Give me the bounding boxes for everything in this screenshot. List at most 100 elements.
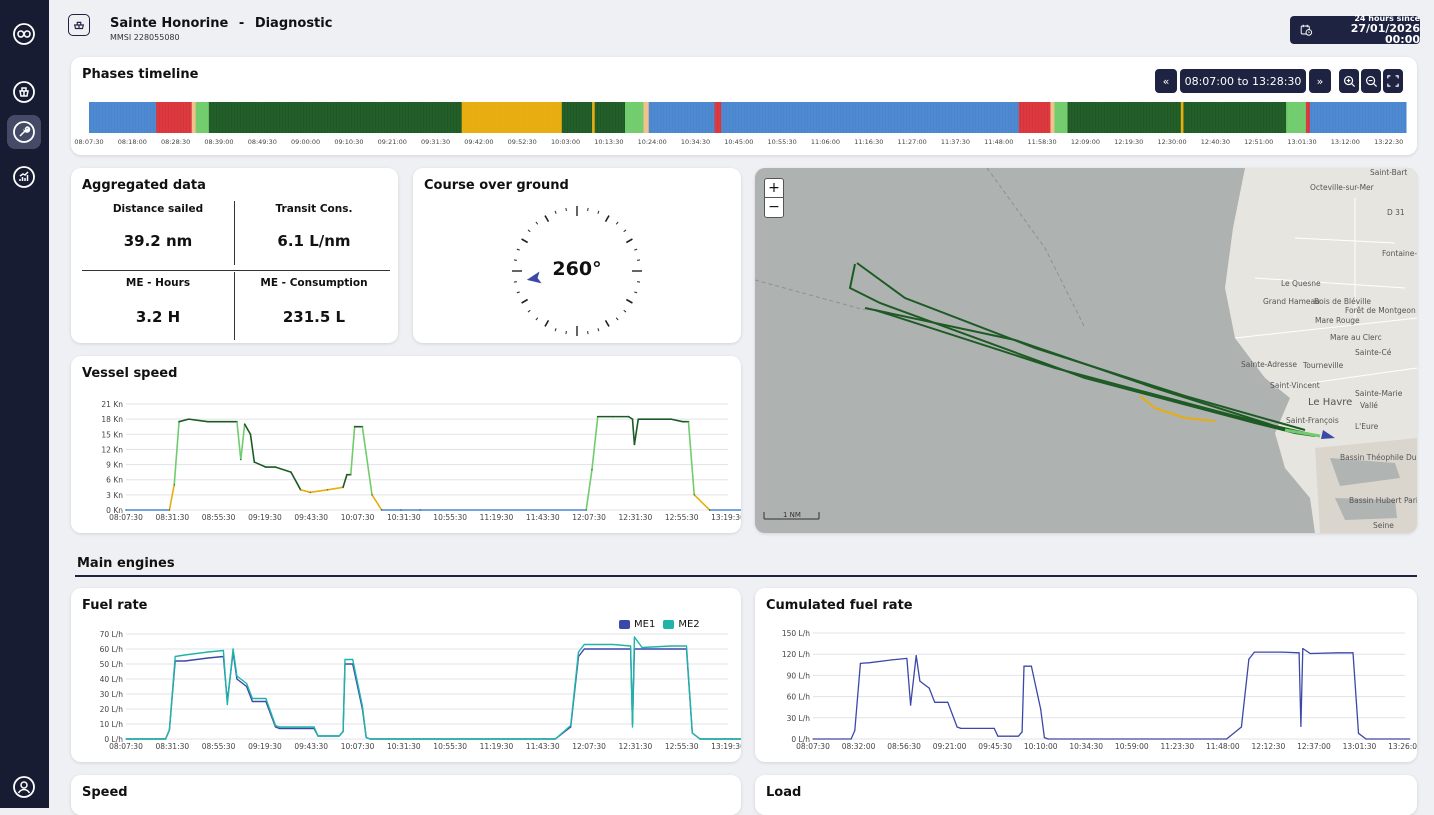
x-tick-label: 08:31:30 [155,742,189,751]
data-point [1021,731,1023,733]
divider [234,272,235,340]
data-point [236,421,238,423]
fullscreen-icon[interactable] [1383,69,1403,93]
timeline-tick-label: 10:55:30 [768,138,797,146]
analytics-icon[interactable] [7,160,41,194]
phases-bar[interactable]: 08:07:30 08:18:00 08:28:30 08:39:00 08:49:30… [71,99,1417,155]
data-point [251,697,253,700]
zoom-in-icon[interactable] [1339,69,1359,93]
data-point [1023,665,1025,667]
data-point [1047,738,1049,740]
speed-segment [240,423,246,461]
compass-tick [636,281,641,283]
section-divider [75,575,1417,577]
zoom-out-icon[interactable] [1361,69,1381,93]
map-zoom-in-button[interactable]: + [765,179,783,198]
compass-tick [516,248,520,251]
aggregated-data-card: Aggregated data Distance sailed 39.2 nm … [71,168,398,343]
y-tick-label: 50 L/h [100,660,124,669]
data-point [222,421,225,423]
compass-tick [634,248,638,251]
period-button[interactable]: 24 hours since 27/01/2026 00:00 [1290,15,1420,45]
compass-tick [625,298,633,304]
timeline-next-button[interactable]: » [1309,69,1331,93]
x-tick-label: 10:31:30 [387,742,421,751]
speed-segment [631,418,636,446]
data-point [251,700,253,703]
map-place-label: Octeville-sur-Mer [1310,183,1375,192]
map-zoom-out-button[interactable]: − [765,198,783,217]
data-point [633,443,636,445]
timeline-tick-label: 13:12:00 [1331,138,1360,146]
timeline-tick-label: 13:01:30 [1287,138,1316,146]
map-place-label: Saint-Bart [1370,168,1407,177]
data-point [174,655,176,658]
data-point [947,701,949,703]
data-point [641,648,643,650]
data-point [850,738,852,740]
timeline-tick-label: 09:21:00 [378,138,407,146]
hours-label: ME - Hours [125,277,191,289]
compass-tick [535,317,539,321]
map-place-label: Saint-François [1286,416,1339,425]
data-point [278,727,280,730]
x-tick-label: 08:32:00 [842,742,876,751]
data-point [1040,708,1042,710]
timeline-tick-label: 08:18:00 [118,138,147,146]
phase-segment [648,102,716,133]
timeline-tick-label: 12:19:30 [1114,138,1143,146]
compass-tick [636,259,641,261]
data-point [265,697,267,700]
map-view[interactable]: 1 NM Saint-Bart Octeville-sur-Mer D 31 Font… [755,168,1417,533]
compass-tick [623,309,627,313]
vessel-name: Sainte Honorine [110,16,229,31]
x-tick-label: 09:19:30 [248,513,282,522]
compass-tick [527,309,531,313]
data-point [934,701,936,703]
map-place-label: Sainte-Cé [1355,348,1392,357]
data-point [365,736,367,739]
data-point [125,509,127,511]
timeline-prev-button[interactable]: « [1155,69,1177,93]
user-icon[interactable] [7,770,41,804]
data-point [699,738,701,740]
data-point [168,729,171,731]
phase-segment [714,102,722,133]
vessel-speed-chart: 21 Kn18 Kn15 Kn12 Kn9 Kn6 Kn3 Kn0 Kn08:0… [101,400,741,522]
data-point [928,687,930,689]
x-tick-label: 08:07:30 [109,513,143,522]
data-point [1302,647,1304,650]
data-point [685,645,688,647]
course-card: Course over ground 260° [413,168,741,343]
data-point [691,732,693,734]
speed-segment [371,494,383,511]
x-tick-label: 08:07:30 [796,742,830,751]
speed-segment [326,486,344,491]
logo-icon[interactable] [7,17,41,51]
timeline-tick-label: 10:03:00 [551,138,580,146]
course-value: 260° [552,258,602,280]
timeline-tick-label: 09:31:30 [421,138,450,146]
timeline-tick-label: 12:30:00 [1157,138,1186,146]
y-tick-label: 90 L/h [787,671,811,680]
y-tick-label: 10 L/h [100,720,124,729]
map-place-label: Tourneville [1302,361,1344,370]
data-point [1298,652,1300,654]
timeline-tick-label: 09:52:30 [508,138,537,146]
compass-tick [625,238,633,244]
data-point [265,466,267,468]
map-card[interactable]: 1 NM Saint-Bart Octeville-sur-Mer D 31 Font… [755,168,1417,533]
y-tick-label: 3 Kn [106,491,123,500]
wrench-icon[interactable] [7,115,41,149]
data-point [1337,652,1339,654]
data-point [545,738,547,740]
x-tick-label: 10:07:30 [341,742,375,751]
ship-icon[interactable] [7,75,41,109]
phase-segment [1050,102,1055,133]
timeline-range[interactable]: 08:07:00 to 13:28:30 [1180,69,1306,93]
data-point [956,726,958,728]
data-point [641,646,643,649]
data-point [583,643,585,646]
y-tick-label: 60 L/h [100,645,124,654]
compass-tick [587,207,589,212]
